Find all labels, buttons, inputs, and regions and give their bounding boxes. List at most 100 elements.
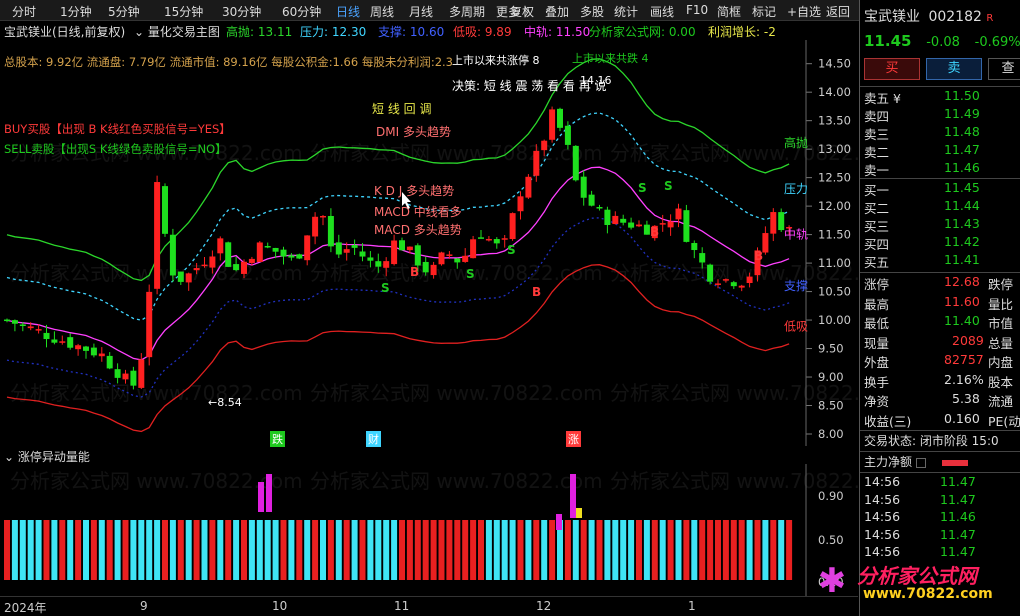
volume-bar (193, 520, 200, 580)
period-tab-2[interactable]: 5分钟 (108, 3, 140, 20)
tool-btn-8[interactable]: +自选 (787, 3, 821, 20)
volume-bar (628, 520, 635, 580)
candle-body (98, 353, 105, 357)
volume-bar (35, 520, 42, 580)
candle-body (383, 261, 390, 268)
volume-bar (501, 520, 508, 580)
candle-body (730, 282, 737, 287)
period-tab-0[interactable]: 分时 (12, 3, 36, 20)
volume-bar (90, 520, 97, 580)
candle-body (193, 268, 200, 271)
candle-body (746, 276, 753, 283)
price-tick: 11.00 (818, 256, 851, 270)
tool-btn-0[interactable]: 复权 (510, 3, 534, 20)
legend-sell: SELL卖股【出现S K线绿色卖股信号=NO】 (4, 142, 227, 156)
candle-body (27, 326, 34, 329)
volume-bar (162, 520, 168, 580)
sell-button[interactable]: 卖 (926, 58, 982, 80)
signal-B: B (650, 225, 659, 239)
candle-body (770, 212, 777, 234)
time-tick: 2024年 (4, 601, 47, 615)
volume-bar (51, 520, 58, 580)
candle-body (177, 271, 184, 282)
quote-row: 最高 11.60 量比 (864, 293, 1014, 312)
stock-code: 002182 (928, 9, 982, 25)
tool-btn-3[interactable]: 统计 (614, 3, 638, 20)
query-button[interactable]: 查 (988, 58, 1020, 80)
price-chart[interactable]: 分析家公式网 www.70822.com 分析家公式网 www.70822.com… (0, 40, 858, 446)
candle-body (272, 247, 279, 252)
volume-bar (391, 520, 398, 580)
candle-body (106, 355, 113, 369)
quote-panel: 宝武镁业 002182 R 11.45 -0.08 -0.69% 买 卖 查 交… (818, 0, 1020, 616)
volume-bar (185, 520, 192, 580)
period-tab-6[interactable]: 日线 (336, 3, 360, 20)
indicator-selector[interactable]: ⌄ 量化交易主图 (134, 23, 220, 40)
period-tab-3[interactable]: 15分钟 (164, 3, 203, 20)
event-marker-2[interactable]: 涨 (566, 431, 581, 447)
volume-bar (225, 520, 232, 580)
watermark-text: 分析家公式网 www.70822.com (310, 469, 603, 493)
period-tab-5[interactable]: 60分钟 (282, 3, 321, 20)
candle-body (335, 242, 342, 255)
candle-body (130, 370, 137, 386)
candle-body (264, 246, 271, 248)
candle-body (683, 210, 690, 242)
volume-bar (177, 520, 184, 580)
volume-bar (122, 520, 129, 580)
tool-btn-5[interactable]: F10 (686, 3, 708, 17)
candle-body (67, 337, 74, 348)
tool-btn-6[interactable]: 简框 (717, 3, 741, 20)
tool-btn-1[interactable]: 叠加 (545, 3, 569, 20)
volume-bar (383, 520, 390, 580)
candle-body (699, 253, 706, 263)
watermark-text: 分析家公式网 www.70822.com (310, 261, 603, 285)
volume-bar (4, 520, 10, 580)
bid-row: 买二 11.44 (864, 198, 980, 216)
indicator-value-4: 中轨: 11.50 (524, 25, 591, 39)
candle-body (83, 346, 89, 351)
period-tab-4[interactable]: 30分钟 (222, 3, 261, 20)
margin-tag: R (986, 13, 994, 24)
candle-body (525, 176, 532, 198)
tool-btn-9[interactable]: 返回 (826, 3, 850, 20)
price-tick: 9.50 (818, 342, 844, 356)
candle-body (454, 258, 461, 263)
candle-body (367, 257, 374, 261)
period-tab-9[interactable]: 多周期 (449, 3, 485, 20)
period-tab-1[interactable]: 1分钟 (60, 3, 92, 20)
candle-body (51, 339, 58, 343)
volume-bar (201, 520, 208, 580)
volume-bar (209, 520, 216, 580)
event-marker-0[interactable]: 跌 (270, 431, 285, 447)
candle-body (399, 240, 405, 251)
signal-S: S (507, 243, 516, 257)
ask-row: 卖三 11.48 (864, 124, 980, 142)
volume-bar (485, 520, 492, 580)
spike-bar (556, 514, 562, 530)
bid-row: 买四 11.42 (864, 234, 980, 252)
tool-btn-2[interactable]: 多股 (580, 3, 604, 20)
period-tab-8[interactable]: 月线 (409, 3, 433, 20)
candle-body (75, 345, 82, 350)
main-flow-label: 主力净额 (864, 453, 1020, 472)
volume-bar (130, 520, 137, 580)
buy-button[interactable]: 买 (864, 58, 920, 80)
volume-bar (778, 520, 785, 580)
chart-title-row: 宝武镁业(日线,前复权) ⌄ 量化交易主图 高抛: 13.11 压力: 12.30… (0, 22, 858, 40)
candle-body (762, 233, 769, 253)
volume-panel[interactable]: 分析家公式网 www.70822.com 分析家公式网 www.70822.com… (0, 464, 858, 596)
candle-body (201, 264, 208, 267)
band-support-line (6, 217, 790, 398)
volume-bar (375, 520, 382, 580)
volume-bar (525, 520, 532, 580)
quote-row: 现量 2089 总量 (864, 332, 1014, 351)
period-tab-7[interactable]: 周线 (370, 3, 394, 20)
tool-btn-7[interactable]: 标记 (752, 3, 776, 20)
candle-body (722, 279, 729, 281)
candle-body (438, 252, 445, 265)
tool-btn-4[interactable]: 画线 (650, 3, 674, 20)
volume-bar (430, 520, 437, 580)
event-marker-1[interactable]: 财 (366, 431, 381, 447)
candle-body (114, 369, 121, 378)
